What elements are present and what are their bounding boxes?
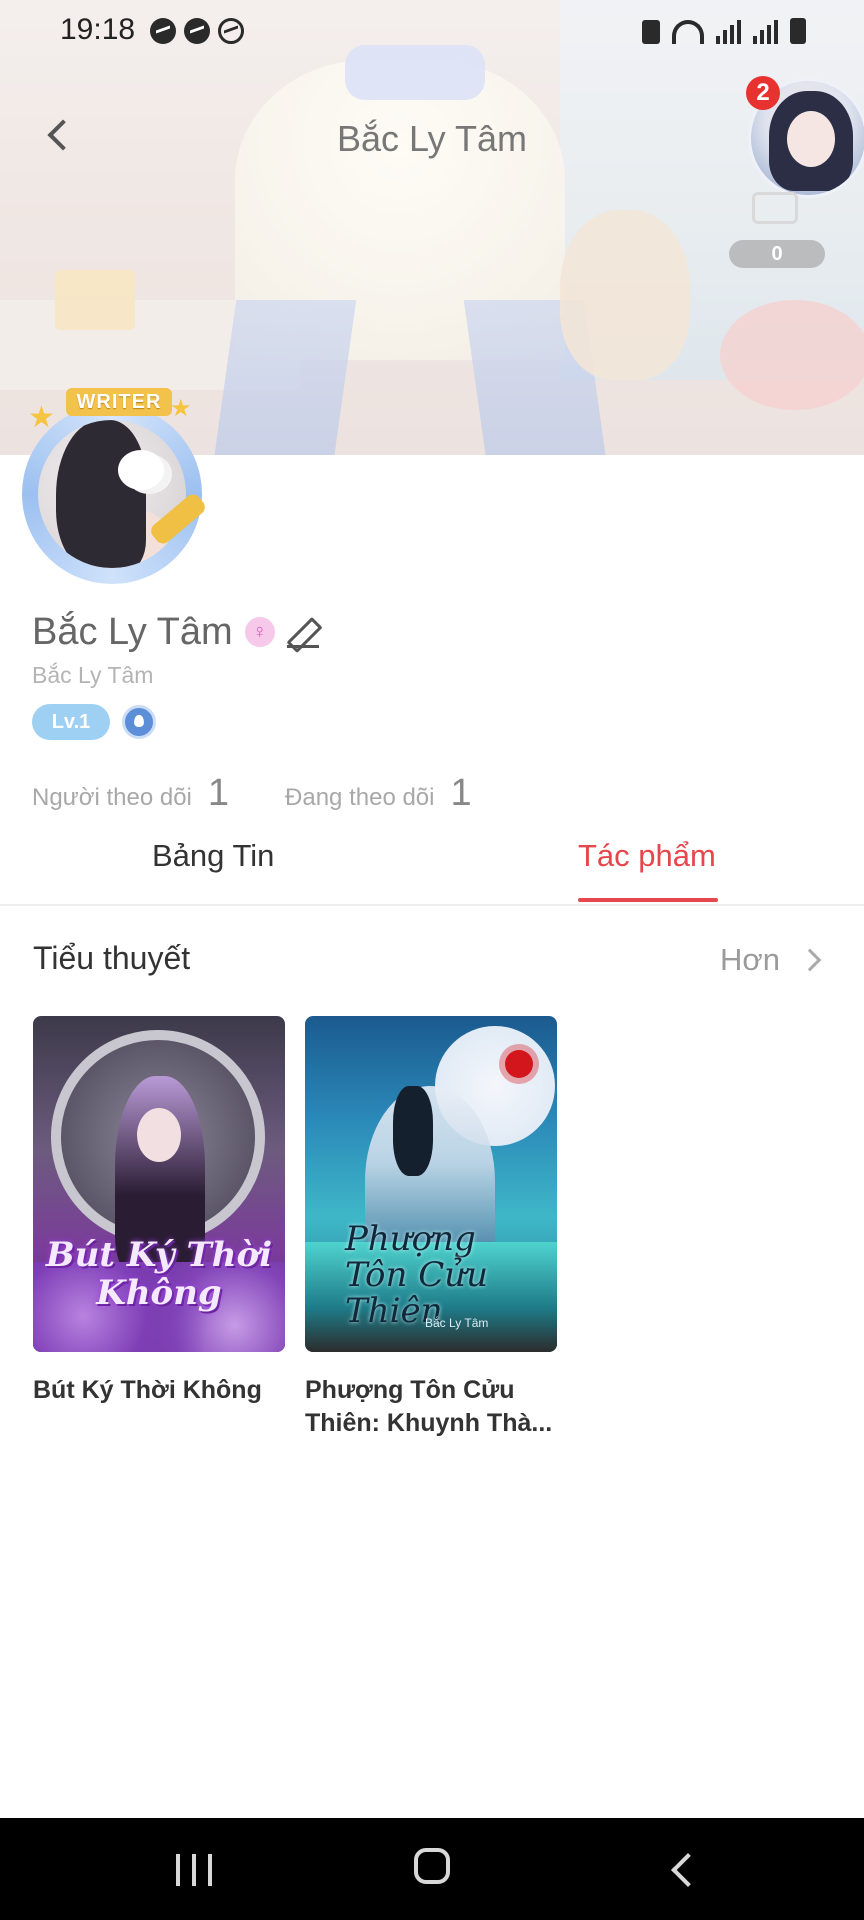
- battery-saver-icon: [642, 20, 660, 44]
- signal-icon: [753, 20, 778, 44]
- writer-badge: WRITER: [66, 388, 172, 416]
- user-handle: Bắc Ly Tâm: [32, 662, 154, 688]
- avatar-photo-hair: [56, 420, 146, 568]
- messenger-icon: [184, 18, 210, 44]
- thumbs-up-icon[interactable]: [748, 180, 798, 224]
- header-title: Bắc Ly Tâm: [336, 118, 528, 159]
- recent-apps-icon[interactable]: [176, 1854, 212, 1886]
- cover-title: Phượng Tôn Cửu Thiên: [345, 1219, 489, 1331]
- user-name: Bắc Ly Tâm: [32, 610, 233, 653]
- cover-author: Bắc Ly Tâm: [425, 1316, 489, 1330]
- following-label[interactable]: Đang theo dõi: [285, 784, 434, 812]
- cover-art-hair: [393, 1086, 433, 1176]
- profile-avatar[interactable]: ★ ★ WRITER: [8, 388, 230, 588]
- book-card[interactable]: Bút Ký Thời Không Bút Ký Thời Không: [33, 1016, 285, 1407]
- wifi-icon: [672, 20, 704, 44]
- notification-icons: [150, 18, 244, 44]
- drop-badge-icon[interactable]: [122, 705, 156, 739]
- avatar-photo: [38, 420, 186, 568]
- female-icon: ♀: [244, 617, 275, 647]
- profile-tabs: Bảng Tin Tác phẩm: [0, 830, 864, 906]
- book-cover[interactable]: Phượng Tôn Cửu Thiên Bắc Ly Tâm: [305, 1016, 557, 1352]
- star-icon: ★: [170, 395, 192, 422]
- cover-title: Bút Ký Thời Không: [45, 1235, 273, 1313]
- avatar-photo-flower: [118, 450, 164, 490]
- novels-section-title: Tiểu thuyết: [33, 940, 191, 976]
- following-count[interactable]: 1: [450, 772, 471, 815]
- like-count-badge: 0: [729, 240, 825, 268]
- banner-overlay: [0, 0, 864, 455]
- level-badge[interactable]: Lv.1: [32, 704, 110, 740]
- book-cover[interactable]: Bút Ký Thời Không: [33, 1016, 285, 1352]
- more-label: Hơn: [720, 942, 780, 977]
- cover-art-sun: [505, 1050, 533, 1078]
- follow-stats: Người theo dõi 1 Đang theo dõi 1: [32, 772, 472, 816]
- followers-count[interactable]: 1: [208, 772, 229, 815]
- edit-pencil-icon[interactable]: [286, 615, 321, 649]
- tab-works[interactable]: Tác phẩm: [578, 838, 716, 874]
- status-time: 19:18: [60, 13, 136, 46]
- star-icon: ★: [28, 401, 55, 434]
- messenger-icon: [150, 18, 176, 44]
- more-link[interactable]: Hơn: [720, 942, 822, 978]
- system-nav-bar: [0, 1818, 864, 1920]
- active-tab-indicator: [578, 898, 718, 902]
- tab-feed[interactable]: Bảng Tin: [152, 838, 274, 874]
- system-back-icon[interactable]: [666, 1852, 696, 1886]
- notification-badge: 2: [746, 76, 780, 110]
- status-bar: 19:18: [0, 0, 864, 64]
- battery-icon: [790, 18, 806, 44]
- book-title[interactable]: Phượng Tôn Cửu Thiên: Khuynh Thà...: [305, 1374, 557, 1440]
- messenger-outline-icon: [218, 18, 244, 44]
- cover-art-face: [137, 1108, 181, 1162]
- home-icon[interactable]: [414, 1848, 450, 1884]
- chevron-right-icon: [798, 948, 822, 972]
- avatar-face: [787, 111, 835, 167]
- system-icons: [642, 18, 806, 44]
- followers-label[interactable]: Người theo dõi: [32, 784, 192, 812]
- profile-banner: [0, 0, 864, 455]
- signal-icon: [716, 20, 741, 44]
- level-row: Lv.1: [32, 704, 156, 740]
- name-row: Bắc Ly Tâm ♀: [32, 608, 321, 656]
- book-title[interactable]: Bút Ký Thời Không: [33, 1374, 285, 1407]
- book-card[interactable]: Phượng Tôn Cửu Thiên Bắc Ly Tâm Phượng T…: [305, 1016, 557, 1440]
